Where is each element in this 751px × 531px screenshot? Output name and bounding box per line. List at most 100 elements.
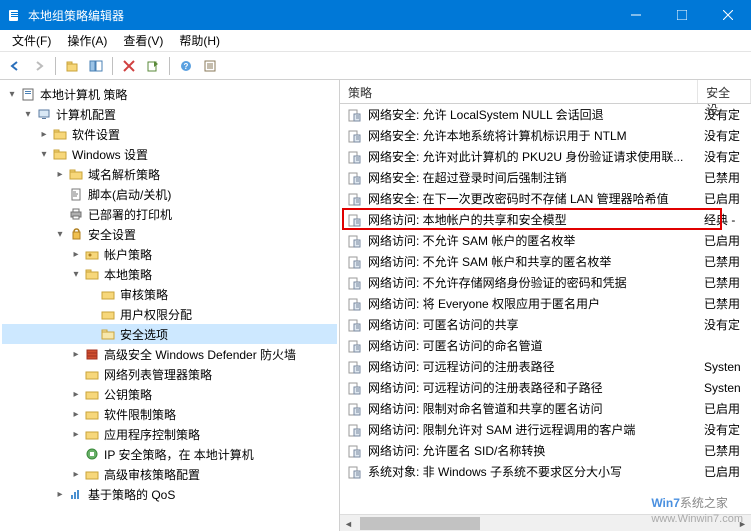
scroll-thumb[interactable]: [360, 517, 480, 530]
tree-security-options[interactable]: 安全选项: [2, 324, 337, 344]
policy-item[interactable]: 网络访问: 允许匿名 SID/名称转换已禁用: [340, 440, 751, 461]
list-pane[interactable]: 策略 安全设 网络安全: 允许 LocalSystem NULL 会话回退没有定…: [340, 80, 751, 531]
tree-pane[interactable]: ▾本地计算机 策略 ▾计算机配置 ▸软件设置 ▾Windows 设置 ▸域名解析…: [0, 80, 340, 531]
tree-security-settings[interactable]: ▾安全设置: [2, 224, 337, 244]
tree-deployed-printers[interactable]: 已部署的打印机: [2, 204, 337, 224]
export-button[interactable]: [142, 55, 164, 77]
chevron-down-icon[interactable]: ▾: [36, 149, 52, 160]
tree-advanced-audit[interactable]: ▸ 高级审核策略配置: [2, 464, 337, 484]
policy-item[interactable]: 系统对象: 非 Windows 子系统不要求区分大小写已启用: [340, 461, 751, 482]
chevron-right-icon[interactable]: ▸: [68, 349, 84, 360]
policy-item[interactable]: 网络访问: 可远程访问的注册表路径Systen: [340, 356, 751, 377]
tree-label: 网络列表管理器策略: [104, 366, 212, 383]
policy-item[interactable]: 网络访问: 限制对命名管道和共享的匿名访问已启用: [340, 398, 751, 419]
policy-item-text: 网络安全: 允许本地系统将计算机标识用于 NTLM: [368, 127, 698, 144]
policy-item-text: 网络安全: 在下一次更改密码时不存储 LAN 管理器哈希值: [368, 190, 698, 207]
back-button[interactable]: [4, 55, 26, 77]
close-button[interactable]: [705, 0, 751, 30]
policy-item[interactable]: 网络安全: 允许本地系统将计算机标识用于 NTLM没有定: [340, 125, 751, 146]
policy-item-icon: [346, 254, 362, 270]
tree-user-rights[interactable]: 用户权限分配: [2, 304, 337, 324]
policy-item-text: 网络访问: 可远程访问的注册表路径和子路径: [368, 379, 698, 396]
policy-item-status: 已禁用: [698, 295, 740, 312]
tree-nlm[interactable]: 网络列表管理器策略: [2, 364, 337, 384]
menu-help[interactable]: 帮助(H): [171, 30, 228, 51]
tree-computer-config[interactable]: ▾计算机配置: [2, 104, 337, 124]
policy-item-status: 没有定: [698, 148, 740, 165]
policy-item[interactable]: 网络访问: 不允许 SAM 帐户的匿名枚举已启用: [340, 230, 751, 251]
chevron-right-icon[interactable]: ▸: [68, 429, 84, 440]
policy-item[interactable]: 网络安全: 在超过登录时间后强制注销已禁用: [340, 167, 751, 188]
policy-item[interactable]: 网络访问: 不允许存储网络身份验证的密码和凭据已禁用: [340, 272, 751, 293]
tree-qos[interactable]: ▸ 基于策略的 QoS: [2, 484, 337, 504]
minimize-button[interactable]: [613, 0, 659, 30]
delete-button[interactable]: [118, 55, 140, 77]
chevron-right-icon[interactable]: ▸: [52, 169, 68, 180]
maximize-button[interactable]: [659, 0, 705, 30]
show-hide-tree-button[interactable]: [85, 55, 107, 77]
tree-defender[interactable]: ▸高级安全 Windows Defender 防火墙: [2, 344, 337, 364]
chevron-right-icon[interactable]: ▸: [52, 489, 68, 500]
menu-file[interactable]: 文件(F): [4, 30, 59, 51]
horizontal-scrollbar[interactable]: ◄ ►: [340, 514, 751, 531]
policy-item[interactable]: 网络访问: 限制允许对 SAM 进行远程调用的客户端没有定: [340, 419, 751, 440]
forward-button[interactable]: [28, 55, 50, 77]
policy-item[interactable]: 网络安全: 允许对此计算机的 PKU2U 身份验证请求使用联...没有定: [340, 146, 751, 167]
scroll-right-icon[interactable]: ►: [734, 515, 751, 531]
policy-item[interactable]: 网络安全: 在下一次更改密码时不存储 LAN 管理器哈希值已启用: [340, 188, 751, 209]
chevron-down-icon[interactable]: ▾: [68, 269, 84, 280]
tree-label: 用户权限分配: [120, 306, 192, 323]
policy-item[interactable]: 网络访问: 本地帐户的共享和安全模型经典 -: [340, 209, 751, 230]
tree-dns-policy[interactable]: ▸域名解析策略: [2, 164, 337, 184]
folder-icon: [52, 126, 68, 142]
tree-srp[interactable]: ▸软件限制策略: [2, 404, 337, 424]
properties-button[interactable]: [199, 55, 221, 77]
chevron-right-icon[interactable]: ▸: [68, 389, 84, 400]
chevron-down-icon[interactable]: ▾: [4, 89, 20, 100]
policy-item[interactable]: 网络访问: 可匿名访问的命名管道: [340, 335, 751, 356]
tree-account-policy[interactable]: ▸帐户策略: [2, 244, 337, 264]
column-policy[interactable]: 策略: [340, 80, 698, 103]
tree-windows-settings[interactable]: ▾Windows 设置: [2, 144, 337, 164]
policy-item[interactable]: 网络安全: 允许 LocalSystem NULL 会话回退没有定: [340, 104, 751, 125]
tree-label: 本地策略: [104, 266, 152, 283]
folder-icon: [52, 146, 68, 162]
tree-scripts[interactable]: 脚本(启动/关机): [2, 184, 337, 204]
tree-software-settings[interactable]: ▸软件设置: [2, 124, 337, 144]
help-button[interactable]: ?: [175, 55, 197, 77]
policy-item[interactable]: 网络访问: 可匿名访问的共享没有定: [340, 314, 751, 335]
computer-icon: [36, 106, 52, 122]
scroll-left-icon[interactable]: ◄: [340, 515, 357, 531]
chevron-right-icon[interactable]: ▸: [68, 469, 84, 480]
tree-label: 基于策略的 QoS: [88, 486, 175, 503]
menu-action[interactable]: 操作(A): [59, 30, 115, 51]
policy-item-text: 系统对象: 非 Windows 子系统不要求区分大小写: [368, 463, 698, 480]
toolbar-separator: [169, 57, 170, 75]
chevron-right-icon[interactable]: ▸: [68, 249, 84, 260]
policy-item[interactable]: 网络访问: 可远程访问的注册表路径和子路径Systen: [340, 377, 751, 398]
policy-item[interactable]: 网络访问: 不允许 SAM 帐户和共享的匿名枚举已禁用: [340, 251, 751, 272]
tree-ipsec[interactable]: IP 安全策略，在 本地计算机: [2, 444, 337, 464]
folder-icon: [84, 386, 100, 402]
tree-pki[interactable]: ▸公钥策略: [2, 384, 337, 404]
column-status[interactable]: 安全设: [698, 80, 751, 103]
policy-item[interactable]: 网络访问: 将 Everyone 权限应用于匿名用户已禁用: [340, 293, 751, 314]
policy-item-icon: [346, 338, 362, 354]
chevron-right-icon[interactable]: ▸: [68, 409, 84, 420]
tree-app-control[interactable]: ▸应用程序控制策略: [2, 424, 337, 444]
chevron-down-icon[interactable]: ▾: [20, 109, 36, 120]
tree-label: 高级审核策略配置: [104, 466, 200, 483]
chevron-right-icon[interactable]: ▸: [36, 129, 52, 140]
policy-item-text: 网络访问: 本地帐户的共享和安全模型: [368, 211, 698, 228]
chevron-down-icon[interactable]: ▾: [52, 229, 68, 240]
policy-item-text: 网络访问: 不允许 SAM 帐户的匿名枚举: [368, 232, 698, 249]
folder-icon: [84, 366, 100, 382]
policy-item-icon: [346, 191, 362, 207]
policy-item-status: 已启用: [698, 400, 740, 417]
folder-icon: [84, 266, 100, 282]
tree-local-policy[interactable]: ▾ 本地策略: [2, 264, 337, 284]
menu-view[interactable]: 查看(V): [115, 30, 171, 51]
up-button[interactable]: [61, 55, 83, 77]
tree-audit-policy[interactable]: 审核策略: [2, 284, 337, 304]
tree-root[interactable]: ▾本地计算机 策略: [2, 84, 337, 104]
